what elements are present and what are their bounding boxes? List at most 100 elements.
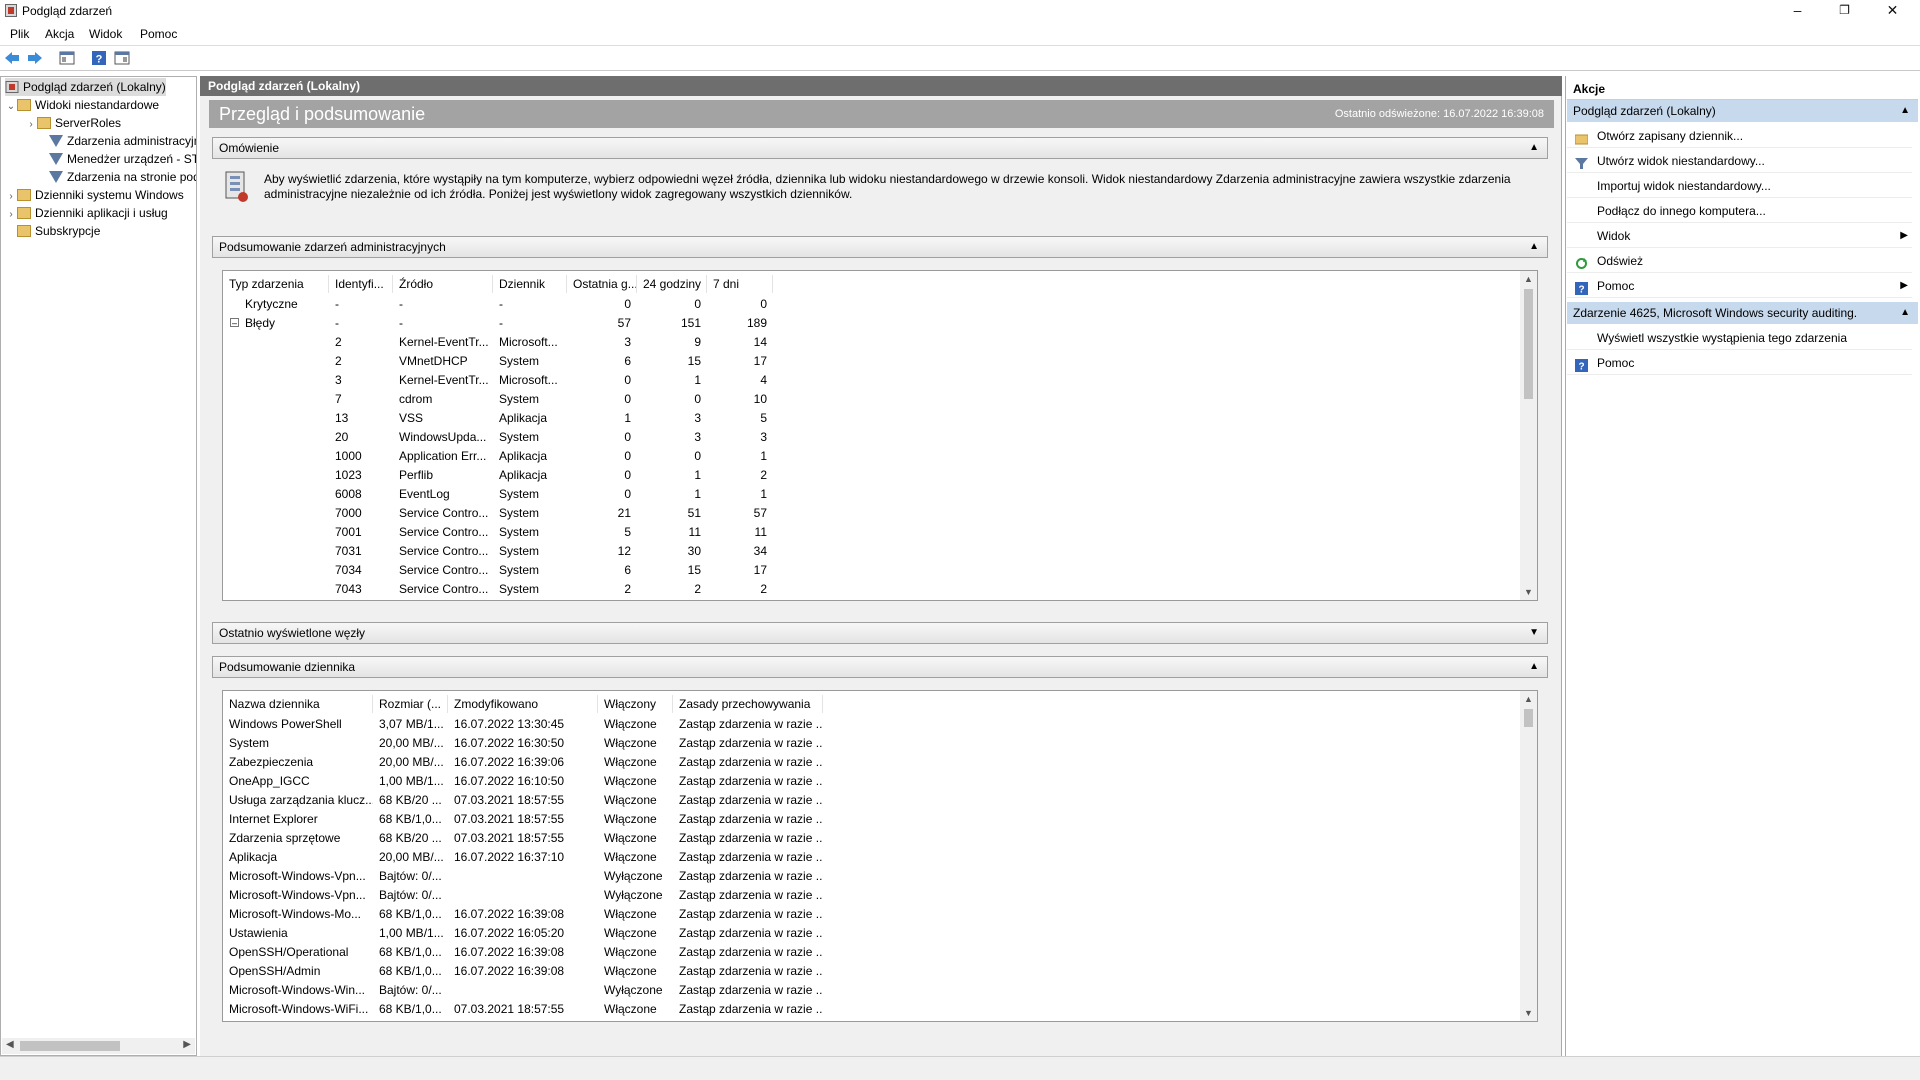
column-header[interactable]: Ostatnia g... [567, 275, 637, 293]
action-od-wie-[interactable]: Odśwież [1567, 249, 1912, 273]
table-row[interactable]: Internet Explorer 68 KB/1,0... 07.03.2021 … [223, 810, 843, 829]
actions-group-local[interactable]: Podgląd zdarzeń (Lokalny) ▲ [1567, 100, 1918, 122]
table-row[interactable]: Zdarzenia sprzętowe 68 KB/20 ... 07.03.202… [223, 829, 843, 848]
scroll-thumb[interactable] [1524, 709, 1533, 727]
scroll-thumb[interactable] [1524, 289, 1533, 399]
column-header[interactable]: Włączony [598, 695, 673, 713]
forward-arrow-icon[interactable] [27, 50, 43, 66]
tree-node-app-service-logs[interactable]: › Dzienniki aplikacji i usług [5, 204, 167, 222]
scroll-up-icon[interactable]: ▲ [1520, 271, 1537, 287]
tree-node-subscriptions[interactable]: Subskrypcje [5, 222, 100, 240]
action-otw-rz-zapisany-dziennik-[interactable]: Otwórz zapisany dziennik... [1567, 124, 1912, 148]
table-cell: - [499, 297, 503, 311]
scroll-right-icon[interactable]: ▶ [183, 1039, 191, 1050]
action-importuj-widok-niestandardowy-[interactable]: Importuj widok niestandardowy... [1567, 174, 1912, 198]
menu-pomoc[interactable]: Pomoc [140, 27, 177, 41]
column-header[interactable]: Nazwa dziennika [223, 695, 373, 713]
section-admin-summary-header[interactable]: Podsumowanie zdarzeń administracyjnych ▲ [212, 236, 1548, 258]
table-row[interactable]: OpenSSH/Operational 68 KB/1,0... 16.07.202… [223, 943, 843, 962]
menu-akcja[interactable]: Akcja [45, 27, 74, 41]
scroll-down-icon[interactable]: ▼ [1520, 584, 1537, 600]
vertical-scrollbar[interactable]: ▲ ▼ [1520, 691, 1537, 1021]
collapse-caret-icon[interactable]: ▲ [1529, 138, 1539, 158]
column-header[interactable]: 24 godziny [637, 275, 707, 293]
table-cell: 9 [694, 335, 701, 349]
tree-node-summary-events[interactable]: Zdarzenia na stronie podsumowania [37, 168, 196, 186]
table-cell: Włączone [604, 774, 657, 788]
scroll-thumb[interactable] [20, 1041, 120, 1051]
table-row[interactable]: Zabezpieczenia 20,00 MB/... 16.07.2022 16:… [223, 753, 843, 772]
column-header[interactable]: Identyfi... [329, 275, 393, 293]
action-pomoc[interactable]: ? Pomoc [1567, 351, 1912, 375]
tree-node-admin-events[interactable]: Zdarzenia administracyjne [37, 132, 196, 150]
section-recent-nodes-header[interactable]: Ostatnio wyświetlone węzły ▼ [212, 622, 1548, 644]
collapse-caret-icon[interactable]: ▲ [1529, 657, 1539, 677]
action-utw-rz-widok-niestandardowy-[interactable]: Utwórz widok niestandardowy... [1567, 149, 1912, 173]
table-cell: Application Err... [399, 449, 487, 463]
show-hide-tree-icon[interactable] [59, 50, 75, 66]
scroll-down-icon[interactable]: ▼ [1520, 1005, 1537, 1021]
table-row[interactable]: Microsoft-Windows-Mo... 68 KB/1,0... 16.07… [223, 905, 843, 924]
table-cell: Aplikacja [499, 449, 548, 463]
action-label: Podłącz do innego komputera... [1597, 204, 1766, 218]
chevron-down-icon[interactable]: ⌄ [5, 98, 17, 116]
table-cell: VMnetDHCP [399, 354, 468, 368]
minimize-button[interactable]: – [1775, 0, 1820, 22]
table-row[interactable]: Microsoft-Windows-Win... Bajtów: 0/... Wył… [223, 981, 843, 1000]
action-pomoc[interactable]: ? Pomoc ▶ [1567, 274, 1912, 298]
table-cell: Zastąp zdarzenia w razie ... [679, 1002, 823, 1016]
table-cell: 1 [760, 487, 767, 501]
column-header[interactable]: Rozmiar (... [373, 695, 448, 713]
vertical-scrollbar[interactable]: ▲ ▼ [1520, 271, 1537, 600]
table-row[interactable]: OneApp_IGCC 1,00 MB/1... 16.07.2022 16:10:… [223, 772, 843, 791]
action-wy-wietl-wszystkie-wyst-pienia-tego-zdarzenia[interactable]: Wyświetl wszystkie wystąpienia tego zdar… [1567, 326, 1912, 350]
table-row[interactable]: Microsoft-Windows-Vpn... Bajtów: 0/... Wył… [223, 867, 843, 886]
column-header[interactable]: Dziennik [493, 275, 567, 293]
table-cell: 3 [335, 373, 342, 387]
table-row[interactable]: Windows PowerShell 3,07 MB/1... 16.07.2022… [223, 715, 843, 734]
tree-node-serverroles[interactable]: › ServerRoles [25, 114, 121, 132]
close-button[interactable]: ✕ [1870, 0, 1915, 22]
table-cell: Zastąp zdarzenia w razie ... [679, 755, 823, 769]
table-cell [223, 561, 329, 580]
maximize-button[interactable]: ❐ [1822, 0, 1867, 22]
show-hide-action-pane-icon[interactable] [114, 50, 130, 66]
column-header[interactable]: Źródło [393, 275, 493, 293]
collapse-caret-icon[interactable]: ▲ [1900, 302, 1910, 324]
tree-node-custom-views[interactable]: ⌄ Widoki niestandardowe [5, 96, 159, 114]
column-header[interactable]: Zmodyfikowano [448, 695, 598, 713]
menu-plik[interactable]: Plik [10, 27, 29, 41]
scroll-up-icon[interactable]: ▲ [1520, 691, 1537, 707]
action-widok[interactable]: Widok ▶ [1567, 224, 1912, 248]
collapse-caret-icon[interactable]: ▲ [1900, 100, 1910, 122]
actions-group-event[interactable]: Zdarzenie 4625, Microsoft Windows securi… [1567, 302, 1918, 324]
action-label: Odśwież [1597, 254, 1644, 268]
action-pod-cz-do-innego-komputera-[interactable]: Podłącz do innego komputera... [1567, 199, 1912, 223]
table-cell: 16.07.2022 16:05:20 [454, 926, 565, 940]
menu-widok[interactable]: Widok [89, 27, 122, 41]
table-cell: 7 [335, 392, 342, 406]
table-row[interactable]: Aplikacja 20,00 MB/... 16.07.2022 16:37:10… [223, 848, 843, 867]
table-row[interactable]: System 20,00 MB/... 16.07.2022 16:30:50 Włą… [223, 734, 843, 753]
section-overview-header[interactable]: Omówienie ▲ [212, 137, 1548, 159]
column-header[interactable]: 7 dni [707, 275, 773, 293]
table-row[interactable]: Microsoft-Windows-WiFi... 68 KB/1,0... 07.… [223, 1000, 843, 1019]
collapse-caret-icon[interactable]: ▲ [1529, 237, 1539, 257]
table-row[interactable]: OpenSSH/Admin 68 KB/1,0... 16.07.2022 16:3… [223, 962, 843, 981]
expand-caret-icon[interactable]: ▼ [1529, 623, 1539, 643]
table-row[interactable]: Microsoft-Windows-Vpn... Bajtów: 0/... Wył… [223, 886, 843, 905]
tree-node-local[interactable]: Podgląd zdarzeń (Lokalny) [5, 78, 166, 96]
tree-node-device-manager[interactable]: Menedżer urządzeń - ST3 [37, 150, 196, 168]
collapse-toggle-icon[interactable]: – [230, 318, 239, 328]
column-header[interactable]: Zasady przechowywania [673, 695, 823, 713]
scroll-left-icon[interactable]: ◀ [6, 1039, 14, 1050]
help-icon[interactable]: ? [91, 50, 107, 66]
chevron-right-icon[interactable]: › [25, 116, 37, 134]
tree-node-windows-logs[interactable]: › Dzienniki systemu Windows [5, 186, 183, 204]
table-row[interactable]: Usługa zarządzania klucz... 68 KB/20 ... 0… [223, 791, 843, 810]
column-header[interactable]: Typ zdarzenia [223, 275, 329, 293]
section-log-summary-header[interactable]: Podsumowanie dziennika ▲ [212, 656, 1548, 678]
table-row[interactable]: Ustawienia 1,00 MB/1... 16.07.2022 16:05:2… [223, 924, 843, 943]
back-arrow-icon[interactable] [4, 50, 20, 66]
tree-horizontal-scrollbar[interactable]: ◀ ▶ [2, 1038, 195, 1054]
